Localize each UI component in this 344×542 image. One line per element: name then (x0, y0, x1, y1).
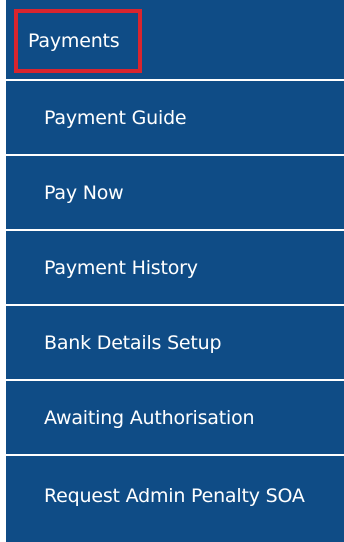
menu-item-awaiting-authorisation[interactable]: Awaiting Authorisation (6, 381, 344, 456)
menu-item-pay-now[interactable]: Pay Now (6, 156, 344, 231)
menu-item-label: Payment Guide (44, 106, 187, 129)
menu-item-payment-history[interactable]: Payment History (6, 231, 344, 306)
payments-header-label: Payments (28, 30, 120, 52)
menu-item-bank-details-setup[interactable]: Bank Details Setup (6, 306, 344, 381)
menu-item-request-admin-penalty-soa[interactable]: Request Admin Penalty SOA (6, 456, 344, 535)
payments-side-menu: Payments Payment Guide Pay Now Payment H… (6, 0, 344, 542)
menu-item-payment-guide[interactable]: Payment Guide (6, 81, 344, 156)
payments-menu-header-highlighted[interactable]: Payments (14, 9, 142, 73)
menu-item-label: Pay Now (44, 181, 124, 204)
menu-item-label: Awaiting Authorisation (44, 406, 255, 429)
menu-header: Payments (6, 0, 344, 81)
menu-item-label: Bank Details Setup (44, 331, 222, 354)
payments-submenu-list: Payment Guide Pay Now Payment History Ba… (6, 81, 344, 535)
menu-item-label: Request Admin Penalty SOA (44, 484, 305, 507)
menu-item-label: Payment History (44, 256, 198, 279)
